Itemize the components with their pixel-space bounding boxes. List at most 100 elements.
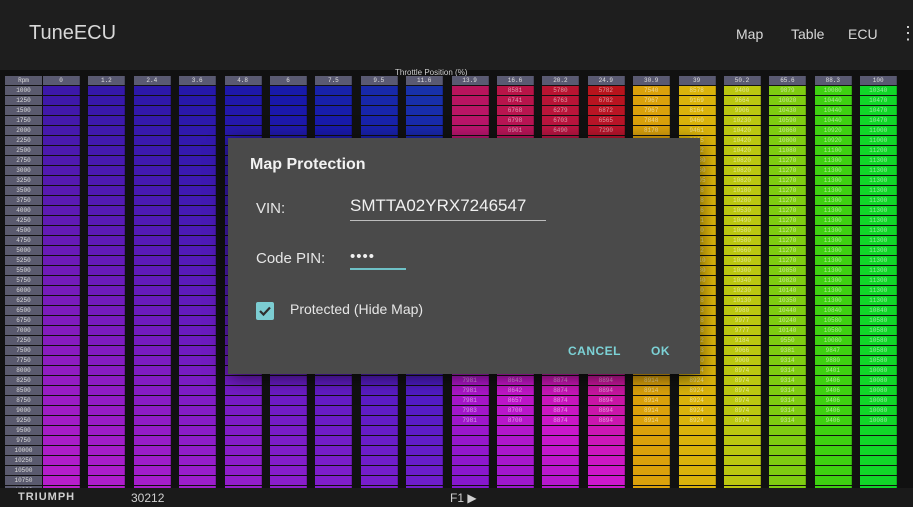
map-cell[interactable]: 11300 [860,296,898,305]
map-cell[interactable] [769,436,807,445]
map-cell[interactable] [678,476,716,485]
map-cell[interactable] [315,96,353,105]
map-cell[interactable] [451,456,489,465]
map-cell[interactable] [88,326,126,335]
map-cell[interactable]: 10840 [814,306,852,315]
map-cell[interactable] [270,376,307,385]
map-cell[interactable] [315,446,353,455]
map-cell[interactable] [88,256,126,265]
map-cell[interactable] [406,86,444,95]
map-cell[interactable]: 10140 [769,286,807,295]
map-cell[interactable]: 10130 [724,296,761,305]
map-cell[interactable]: 10080 [814,336,852,345]
map-cell[interactable] [43,296,80,305]
map-cell[interactable]: 10850 [769,266,807,275]
map-cell[interactable] [133,256,171,265]
map-cell[interactable]: 11300 [814,206,852,215]
map-cell[interactable] [724,426,761,435]
map-cell[interactable] [88,166,126,175]
map-cell[interactable]: 9461 [678,126,716,135]
map-cell[interactable] [769,426,807,435]
map-cell[interactable] [179,226,217,235]
map-cell[interactable] [133,426,171,435]
map-cell[interactable]: 8894 [587,396,625,405]
map-cell[interactable] [43,236,80,245]
map-cell[interactable] [43,356,80,365]
map-cell[interactable] [678,436,716,445]
map-cell[interactable] [270,426,307,435]
map-cell[interactable] [88,426,126,435]
map-cell[interactable] [179,116,217,125]
map-cell[interactable] [270,476,307,485]
map-cell[interactable] [88,236,126,245]
map-cell[interactable] [860,476,898,485]
map-cell[interactable]: 9977 [724,316,761,325]
map-cell[interactable] [179,396,217,405]
map-cell[interactable]: 11300 [814,246,852,255]
map-cell[interactable] [133,216,171,225]
map-cell[interactable] [88,276,126,285]
map-cell[interactable] [43,136,80,145]
map-cell[interactable] [451,426,489,435]
map-cell[interactable]: 6279 [542,106,580,115]
map-cell[interactable] [360,106,398,115]
map-cell[interactable]: 10580 [860,346,898,355]
map-cell[interactable] [43,86,80,95]
map-cell[interactable] [406,436,444,445]
map-cell[interactable] [497,436,534,445]
map-cell[interactable] [88,346,126,355]
map-cell[interactable]: 8974 [724,386,761,395]
map-cell[interactable] [270,396,307,405]
map-cell[interactable] [451,126,489,135]
map-cell[interactable] [587,446,625,455]
map-cell[interactable] [678,426,716,435]
map-cell[interactable]: 8700 [497,416,534,425]
map-cell[interactable]: 7981 [451,416,489,425]
map-cell[interactable] [133,166,171,175]
map-cell[interactable] [133,136,171,145]
map-cell[interactable]: 9406 [814,406,852,415]
map-cell[interactable] [179,346,217,355]
map-cell[interactable] [315,456,353,465]
map-cell[interactable] [224,426,262,435]
map-cell[interactable] [451,106,489,115]
map-cell[interactable]: 11200 [860,146,898,155]
map-cell[interactable]: 6798 [497,116,534,125]
map-cell[interactable] [633,436,671,445]
map-cell[interactable] [587,466,625,475]
map-cell[interactable] [43,376,80,385]
map-cell[interactable] [406,426,444,435]
map-cell[interactable] [179,196,217,205]
map-cell[interactable] [633,476,671,485]
map-cell[interactable]: 5780 [542,86,580,95]
map-cell[interactable] [88,286,126,295]
map-cell[interactable] [542,446,580,455]
map-cell[interactable]: 11270 [769,166,807,175]
map-cell[interactable]: 8974 [724,406,761,415]
map-cell[interactable]: 11270 [769,216,807,225]
map-cell[interactable]: 10080 [860,396,898,405]
map-cell[interactable] [179,376,217,385]
map-cell[interactable] [179,306,217,315]
map-cell[interactable]: 11300 [814,156,852,165]
map-cell[interactable]: 11300 [860,166,898,175]
map-cell[interactable] [179,246,217,255]
map-cell[interactable] [43,326,80,335]
map-cell[interactable] [43,176,80,185]
map-cell[interactable]: 9906 [724,106,761,115]
map-cell[interactable]: 9879 [769,86,807,95]
map-cell[interactable]: 7967 [633,96,671,105]
map-cell[interactable]: 8642 [497,386,534,395]
map-cell[interactable] [179,266,217,275]
map-cell[interactable]: 8643 [497,376,534,385]
map-cell[interactable]: 10300 [724,266,761,275]
map-cell[interactable] [406,386,444,395]
map-cell[interactable] [270,446,307,455]
map-cell[interactable] [224,376,262,385]
map-cell[interactable] [542,456,580,465]
map-cell[interactable]: 11300 [860,246,898,255]
map-cell[interactable] [133,186,171,195]
map-cell[interactable] [587,436,625,445]
map-cell[interactable]: 8657 [497,396,534,405]
map-cell[interactable]: 10580 [724,236,761,245]
